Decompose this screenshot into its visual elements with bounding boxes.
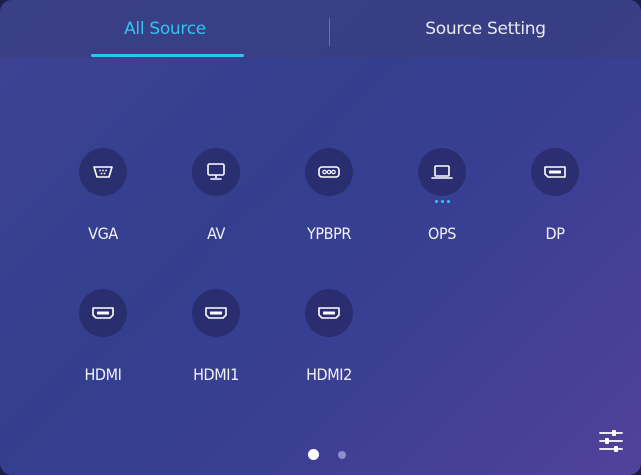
active-tab-indicator: [91, 54, 244, 57]
source-icon-button: [418, 148, 466, 196]
source-icon-button: [79, 148, 127, 196]
source-item-ops[interactable]: OPS: [392, 148, 492, 243]
hdmi-port-icon: [92, 307, 114, 319]
settings-button[interactable]: [597, 428, 625, 454]
source-item-vga[interactable]: VGA: [53, 148, 153, 243]
source-item-dp[interactable]: DP: [505, 148, 605, 243]
source-item-ypbpr[interactable]: YPBPR: [279, 148, 379, 243]
source-icon-button: [79, 289, 127, 337]
displayport-icon: [544, 166, 566, 178]
source-item-hdmi2[interactable]: HDMI2: [279, 289, 379, 384]
hdmi-port-icon: [205, 307, 227, 319]
source-item-av[interactable]: AV: [166, 148, 266, 243]
source-label: HDMI1: [193, 365, 239, 384]
page-dot-1[interactable]: [308, 449, 319, 460]
page-indicator: [308, 449, 358, 461]
source-label: HDMI: [84, 365, 122, 384]
tab-all-source-label: All Source: [124, 19, 206, 39]
source-panel: All Source Source Setting VGA AV YPBPR O…: [0, 0, 641, 475]
sliders-icon: [599, 430, 623, 452]
tab-source-setting[interactable]: Source Setting: [330, 0, 641, 58]
component-port-icon: [318, 166, 340, 178]
source-icon-button: [531, 148, 579, 196]
tab-bar: All Source Source Setting: [0, 0, 641, 58]
hdmi-port-icon: [318, 307, 340, 319]
source-label: AV: [207, 224, 225, 243]
source-label: VGA: [88, 224, 118, 243]
tab-all-source[interactable]: All Source: [0, 0, 330, 58]
source-label: YPBPR: [306, 224, 352, 243]
vga-port-icon: [93, 166, 113, 178]
tab-source-setting-label: Source Setting: [425, 19, 546, 39]
monitor-icon: [207, 163, 225, 180]
source-icon-button: [305, 289, 353, 337]
active-source-indicator: [392, 200, 492, 206]
source-item-hdmi[interactable]: HDMI: [53, 289, 153, 384]
source-icon-button: [305, 148, 353, 196]
source-item-hdmi1[interactable]: HDMI1: [166, 289, 266, 384]
page-dot-2[interactable]: [338, 451, 346, 459]
source-icon-button: [192, 148, 240, 196]
source-icon-button: [192, 289, 240, 337]
source-label: OPS: [428, 224, 456, 243]
source-label: HDMI2: [306, 365, 352, 384]
source-label: DP: [545, 224, 565, 243]
laptop-icon: [431, 165, 453, 179]
